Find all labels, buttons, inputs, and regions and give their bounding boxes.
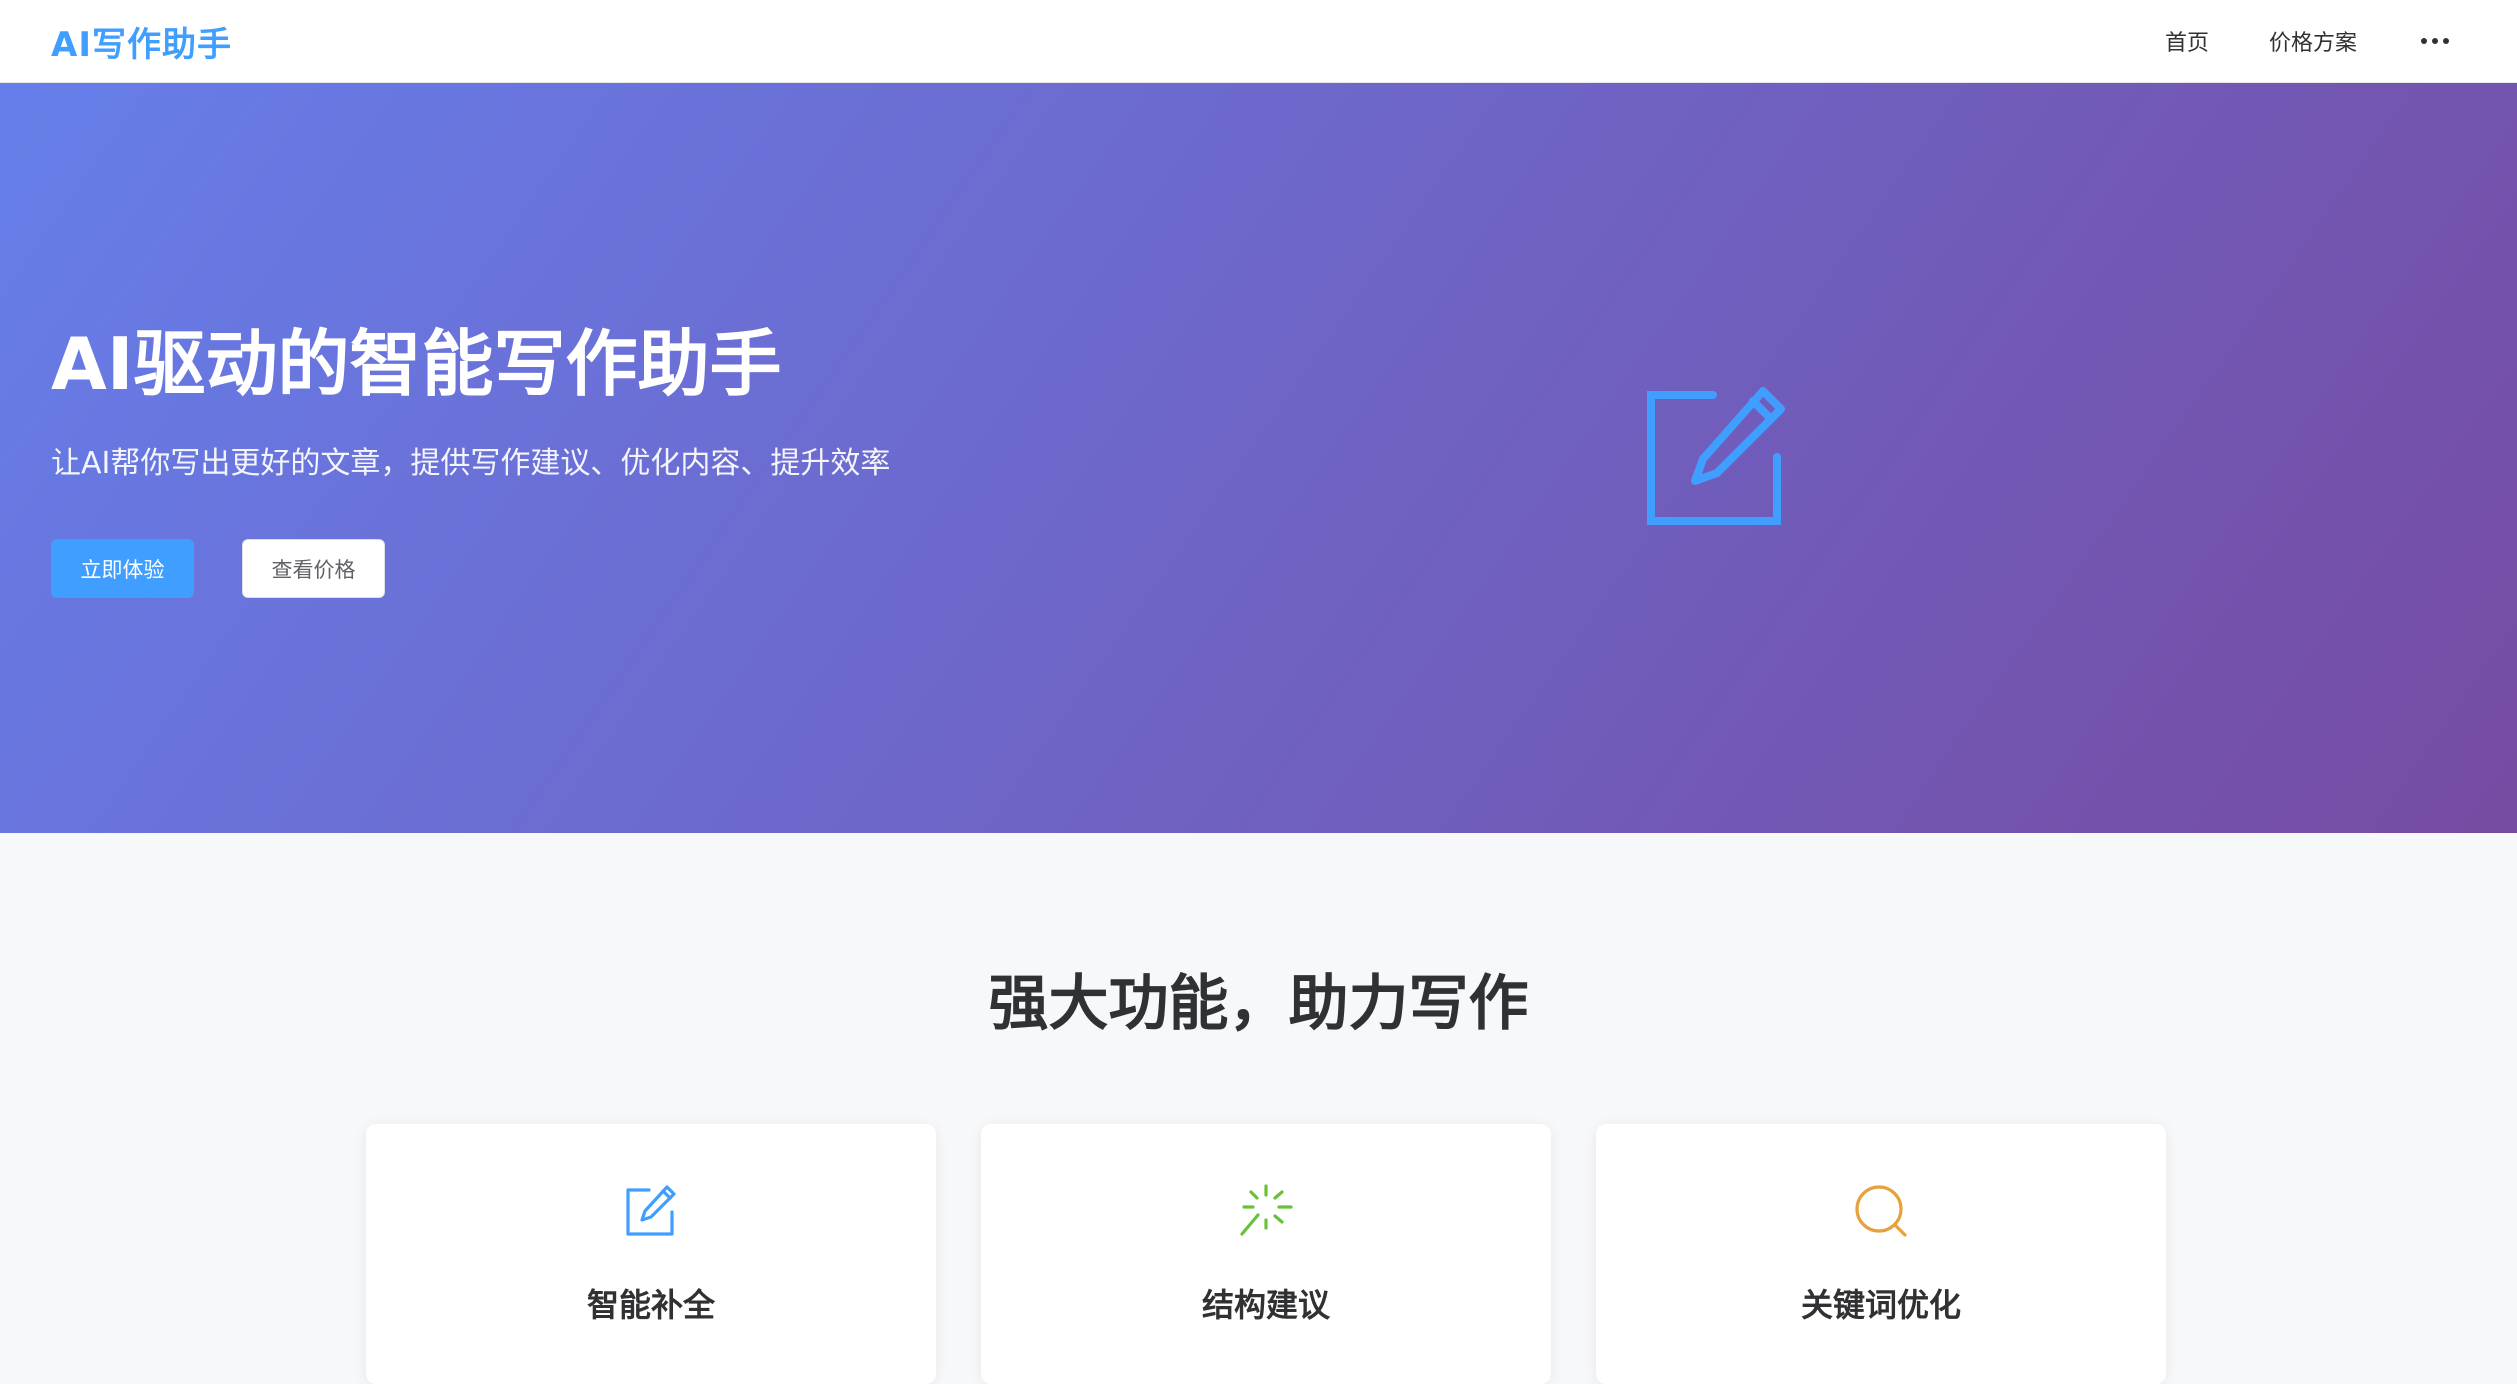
dot	[2443, 38, 2449, 44]
dot	[2421, 38, 2427, 44]
nav-item-pricing[interactable]: 价格方案	[2269, 25, 2357, 57]
site-logo[interactable]: AI写作助手	[51, 17, 232, 66]
hero-subtitle: 让AI帮你写出更好的文章，提供写作建议、优化内容、提升效率	[51, 446, 891, 481]
feature-card-structure-suggestion[interactable]: 结构建议	[981, 1124, 1551, 1384]
edit-icon	[626, 1185, 676, 1236]
top-navbar: AI写作助手 首页 价格方案	[0, 0, 2517, 83]
feature-card-keyword-optimization[interactable]: 关键词优化	[1596, 1124, 2166, 1384]
main-nav: 首页 价格方案	[2105, 0, 2466, 82]
magic-stick-icon	[1240, 1184, 1293, 1236]
edit-icon	[1647, 387, 1785, 525]
feature-card-title: 关键词优化	[1800, 1286, 1961, 1324]
hero-banner: AI驱动的智能写作助手 让AI帮你写出更好的文章，提供写作建议、优化内容、提升效…	[0, 83, 2517, 833]
dot	[2432, 38, 2438, 44]
hero-title: AI驱动的智能写作助手	[51, 322, 782, 406]
view-pricing-button[interactable]: 查看价格	[242, 539, 385, 598]
nav-item-home[interactable]: 首页	[2165, 25, 2209, 57]
features-title: 强大功能，助力写作	[988, 969, 1529, 1039]
feature-card-title: 智能补全	[586, 1286, 715, 1324]
feature-card-title: 结构建议	[1201, 1286, 1330, 1324]
try-now-button[interactable]: 立即体验	[51, 539, 194, 598]
search-icon	[1855, 1185, 1907, 1237]
feature-card-smart-completion[interactable]: 智能补全	[366, 1124, 936, 1384]
more-dots-icon[interactable]	[2421, 31, 2449, 51]
